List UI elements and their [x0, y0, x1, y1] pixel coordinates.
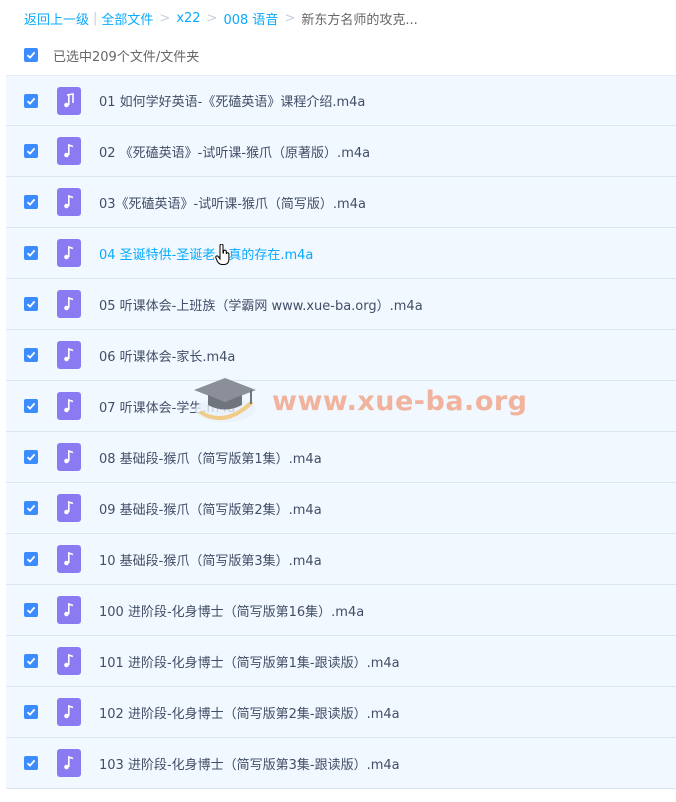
list-item[interactable]: 02 《死磕英语》-试听课-猴爪（原著版）.m4a — [6, 126, 676, 177]
list-item[interactable]: 103 进阶段-化身博士（简写版第3集-跟读版）.m4a — [6, 738, 676, 789]
breadcrumb: 返回上一级 | 全部文件 > x22 > 008 语音 > 新东方名师的攻克..… — [0, 0, 676, 36]
list-item[interactable]: 101 进阶段-化身博士（简写版第1集-跟读版）.m4a — [6, 636, 676, 687]
back-link[interactable]: 返回上一级 — [24, 9, 89, 28]
audio-file-icon — [57, 239, 81, 267]
row-checkbox[interactable] — [24, 756, 38, 770]
file-name[interactable]: 02 《死磕英语》-试听课-猴爪（原著版）.m4a — [99, 142, 370, 161]
row-checkbox[interactable] — [24, 552, 38, 566]
list-item[interactable]: 06 听课体会-家长.m4a — [6, 330, 676, 381]
audio-file-icon — [57, 749, 81, 777]
file-name[interactable]: 07 听课体会-学生.m4a — [99, 397, 235, 416]
list-item[interactable]: 100 进阶段-化身博士（简写版第16集）.m4a — [6, 585, 676, 636]
row-checkbox[interactable] — [24, 348, 38, 362]
list-item[interactable]: 01 如何学好英语-《死磕英语》课程介绍.m4a — [6, 75, 676, 126]
breadcrumb-item-voice[interactable]: 008 语音 — [223, 9, 278, 28]
file-name[interactable]: 05 听课体会-上班族（学霸网 www.xue-ba.org）.m4a — [99, 295, 423, 314]
audio-file-icon — [57, 188, 81, 216]
chevron-right-icon: > — [159, 10, 171, 26]
audio-file-icon — [57, 137, 81, 165]
audio-file-icon — [57, 443, 81, 471]
select-all-checkbox[interactable] — [24, 48, 38, 62]
breadcrumb-divider: | — [93, 10, 98, 26]
file-name[interactable]: 01 如何学好英语-《死磕英语》课程介绍.m4a — [99, 91, 365, 110]
breadcrumb-item-x22[interactable]: x22 — [176, 11, 200, 26]
audio-file-icon — [57, 290, 81, 318]
list-item[interactable]: 03《死磕英语》-试听课-猴爪（简写版）.m4a — [6, 177, 676, 228]
file-name[interactable]: 06 听课体会-家长.m4a — [99, 346, 235, 365]
file-name[interactable]: 09 基础段-猴爪（简写版第2集）.m4a — [99, 499, 322, 518]
breadcrumb-current: 新东方名师的攻克... — [301, 12, 418, 28]
list-item[interactable]: 102 进阶段-化身博士（简写版第2集-跟读版）.m4a — [6, 687, 676, 738]
chevron-right-icon: > — [284, 10, 296, 26]
all-files-link[interactable]: 全部文件 — [101, 9, 153, 28]
list-item[interactable]: 09 基础段-猴爪（简写版第2集）.m4a — [6, 483, 676, 534]
row-checkbox[interactable] — [24, 399, 38, 413]
selection-summary: 已选中209个文件/文件夹 — [53, 49, 200, 65]
audio-file-icon — [57, 341, 81, 369]
file-name[interactable]: 10 基础段-猴爪（简写版第3集）.m4a — [99, 550, 322, 569]
file-name[interactable]: 102 进阶段-化身博士（简写版第2集-跟读版）.m4a — [99, 703, 400, 722]
file-name[interactable]: 08 基础段-猴爪（简写版第1集）.m4a — [99, 448, 322, 467]
audio-file-icon — [57, 596, 81, 624]
row-checkbox[interactable] — [24, 501, 38, 515]
audio-file-icon — [57, 698, 81, 726]
chevron-right-icon: > — [206, 10, 218, 26]
file-name[interactable]: 101 进阶段-化身博士（简写版第1集-跟读版）.m4a — [99, 652, 400, 671]
audio-file-icon — [57, 545, 81, 573]
audio-file-icon — [57, 86, 81, 115]
row-checkbox[interactable] — [24, 246, 38, 260]
row-checkbox[interactable] — [24, 297, 38, 311]
list-item[interactable]: 10 基础段-猴爪（简写版第3集）.m4a — [6, 534, 676, 585]
file-name[interactable]: 103 进阶段-化身博士（简写版第3集-跟读版）.m4a — [99, 754, 400, 773]
list-item[interactable]: 04 圣诞特供-圣诞老人真的存在.m4a — [6, 228, 676, 279]
row-checkbox[interactable] — [24, 144, 38, 158]
hand-cursor-icon — [215, 244, 230, 265]
row-checkbox[interactable] — [24, 654, 38, 668]
audio-file-icon — [57, 494, 81, 522]
list-item[interactable]: 08 基础段-猴爪（简写版第1集）.m4a — [6, 432, 676, 483]
row-checkbox[interactable] — [24, 195, 38, 209]
file-list: 01 如何学好英语-《死磕英语》课程介绍.m4a 02 《死磕英语》-试听课-猴… — [6, 75, 676, 789]
audio-file-icon — [57, 392, 81, 420]
row-checkbox[interactable] — [24, 93, 38, 108]
file-name[interactable]: 100 进阶段-化身博士（简写版第16集）.m4a — [99, 601, 364, 620]
selection-bar: 已选中209个文件/文件夹 — [0, 36, 676, 74]
row-checkbox[interactable] — [24, 450, 38, 464]
row-checkbox[interactable] — [24, 603, 38, 617]
file-name[interactable]: 03《死磕英语》-试听课-猴爪（简写版）.m4a — [99, 193, 366, 212]
audio-file-icon — [57, 647, 81, 675]
list-item[interactable]: 05 听课体会-上班族（学霸网 www.xue-ba.org）.m4a — [6, 279, 676, 330]
list-item[interactable]: 07 听课体会-学生.m4a — [6, 381, 676, 432]
file-name[interactable]: 04 圣诞特供-圣诞老人真的存在.m4a — [99, 244, 313, 263]
row-checkbox[interactable] — [24, 705, 38, 719]
